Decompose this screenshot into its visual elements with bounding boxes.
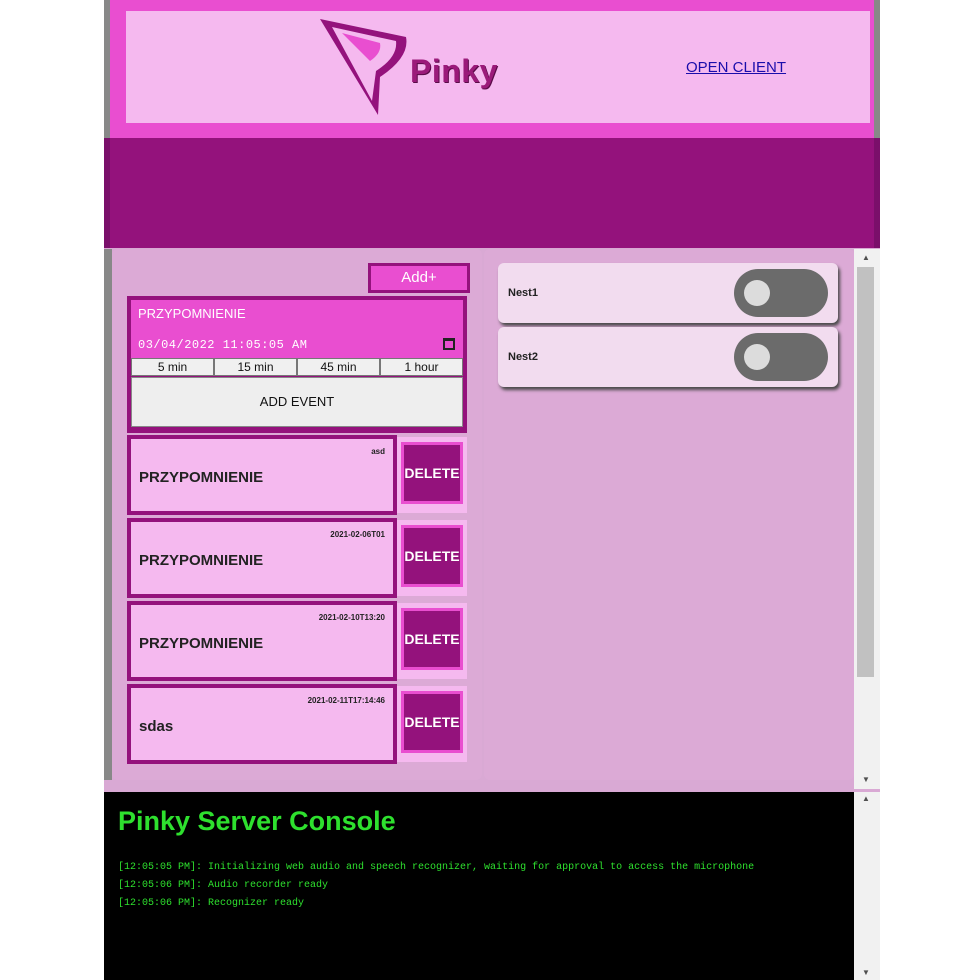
device-card-nest1: Nest1 [498,263,838,323]
event-row: 2021-02-10T13:20 PRZYPOMNIENIE DELETE [127,601,467,681]
console-scrollbar[interactable]: ▲ ▼ [854,792,880,980]
add-reminder-button[interactable]: Add+ [368,263,470,293]
console-line: [12:05:05 PM]: Initializing web audio an… [118,862,755,873]
event-title: PRZYPOMNIENIE [139,552,264,569]
scroll-down-icon[interactable]: ▼ [862,775,870,784]
event-title: sdas [139,718,174,735]
datetime-input[interactable]: 03/04/2022 11:05:05 AM [138,338,307,352]
delete-button[interactable]: DELETE [401,691,463,753]
event-card: 2021-02-11T17:14:46 sdas [127,684,397,764]
delete-button-frame: DELETE [397,520,467,596]
quick-time-15min-button[interactable]: 15 min [214,358,297,376]
event-title: PRZYPOMNIENIE [139,469,264,486]
event-row: asd PRZYPOMNIENIE DELETE [127,435,467,515]
delete-button[interactable]: DELETE [401,442,463,504]
header: Pinky OPEN CLIENT [104,0,880,138]
event-row: 2021-02-06T01 PRZYPOMNIENIE DELETE [127,518,467,598]
delete-button[interactable]: DELETE [401,525,463,587]
quick-time-1hour-button[interactable]: 1 hour [380,358,463,376]
header-inner: Pinky OPEN CLIENT [124,9,872,125]
event-meta: 2021-02-11T17:14:46 [307,696,385,705]
quick-time-45min-button[interactable]: 45 min [297,358,380,376]
new-event-form: PRZYPOMNIENIE 03/04/2022 11:05:05 AM 5 m… [127,296,467,433]
reminders-panel: Add+ PRZYPOMNIENIE 03/04/2022 11:05:05 A… [112,249,482,780]
open-client-link[interactable]: OPEN CLIENT [686,59,786,76]
device-label: Nest2 [508,351,538,363]
console-line: [12:05:06 PM]: Audio recorder ready [118,880,329,891]
devices-panel: Nest1 Nest2 [484,249,854,780]
scroll-up-icon[interactable]: ▲ [862,794,870,803]
device-toggle[interactable] [734,269,828,317]
quick-time-buttons: 5 min 15 min 45 min 1 hour [131,358,463,376]
main-scrollbar[interactable]: ▲ ▼ [854,249,880,789]
toggle-knob [744,344,770,370]
quick-time-5min-button[interactable]: 5 min [131,358,214,376]
scroll-down-icon[interactable]: ▼ [862,968,870,977]
event-meta: 2021-02-10T13:20 [318,613,385,622]
event-card: 2021-02-10T13:20 PRZYPOMNIENIE [127,601,397,681]
event-meta: 2021-02-06T01 [330,530,385,539]
device-label: Nest1 [508,287,538,299]
server-console: Pinky Server Console [12:05:05 PM]: Init… [104,792,854,980]
calendar-icon[interactable] [443,338,455,350]
console-line: [12:05:06 PM]: Recognizer ready [118,898,305,909]
add-event-button[interactable]: ADD EVENT [131,377,463,427]
console-title: Pinky Server Console [118,806,396,836]
event-meta: asd [371,447,385,456]
header-band [104,138,880,248]
device-card-nest2: Nest2 [498,327,838,387]
device-toggle[interactable] [734,333,828,381]
left-edge [104,249,112,780]
pinky-logo-icon [320,19,407,115]
toggle-knob [744,280,770,306]
scroll-up-icon[interactable]: ▲ [862,253,870,262]
event-row: 2021-02-11T17:14:46 sdas DELETE [127,684,467,764]
delete-button-frame: DELETE [397,603,467,679]
new-event-title-input[interactable]: PRZYPOMNIENIE [138,306,246,321]
event-title: PRZYPOMNIENIE [139,635,264,652]
app-root: Pinky OPEN CLIENT Add+ PRZYPOMNIENIE 03/… [104,0,880,980]
logo-text: Pinky [410,53,498,89]
event-card: 2021-02-06T01 PRZYPOMNIENIE [127,518,397,598]
delete-button-frame: DELETE [397,686,467,762]
scrollbar-thumb[interactable] [857,267,874,677]
new-event-header: PRZYPOMNIENIE 03/04/2022 11:05:05 AM [131,300,463,358]
event-card: asd PRZYPOMNIENIE [127,435,397,515]
delete-button[interactable]: DELETE [401,608,463,670]
logo: Pinky [318,17,498,117]
delete-button-frame: DELETE [397,437,467,513]
